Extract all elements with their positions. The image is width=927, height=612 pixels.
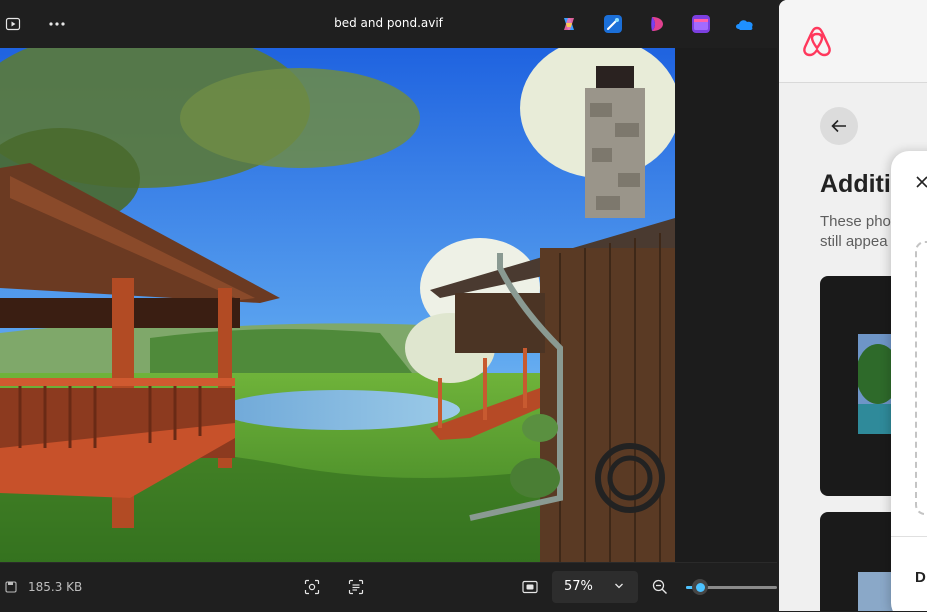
onedrive-icon[interactable] bbox=[734, 15, 756, 33]
page-description: These pho still appea bbox=[820, 213, 891, 250]
zoom-level-value: 57% bbox=[564, 579, 593, 594]
photo-image bbox=[0, 48, 675, 562]
airbnb-logo-icon[interactable] bbox=[801, 24, 833, 58]
file-size: 185.3 KB bbox=[28, 580, 83, 594]
status-bar: 185.3 KB 57% bbox=[0, 562, 777, 612]
modal-divider bbox=[891, 536, 927, 537]
visual-search-icon bbox=[304, 579, 320, 595]
photos-app-window: bed and pond.avif 185.3 KB 57% bbox=[0, 0, 777, 612]
fit-window-icon bbox=[522, 580, 538, 594]
arrow-left-icon bbox=[831, 119, 846, 133]
clipchamp-icon[interactable] bbox=[648, 15, 666, 33]
zoom-level-dropdown[interactable]: 57% bbox=[552, 571, 638, 603]
designer-icon[interactable] bbox=[604, 15, 622, 33]
zoom-out-icon bbox=[652, 579, 667, 594]
photo-canvas[interactable] bbox=[0, 48, 777, 562]
close-icon[interactable] bbox=[915, 175, 927, 189]
airbnb-header bbox=[779, 0, 927, 83]
zoom-out-button[interactable] bbox=[650, 577, 670, 597]
fit-to-window-button[interactable] bbox=[520, 577, 540, 597]
video-editor-icon[interactable] bbox=[692, 15, 710, 33]
visual-search-button[interactable] bbox=[302, 577, 322, 597]
scan-text-icon bbox=[348, 579, 364, 595]
page-heading: Additi bbox=[820, 170, 891, 198]
title-bar: bed and pond.avif bbox=[0, 0, 777, 48]
copilot-icon[interactable] bbox=[560, 15, 578, 33]
airbnb-browser-window: Additi These pho still appea D bbox=[779, 0, 927, 611]
zoom-slider-thumb[interactable] bbox=[692, 579, 708, 595]
back-button[interactable] bbox=[820, 107, 858, 145]
save-icon bbox=[1, 577, 21, 597]
chevron-down-icon bbox=[615, 583, 623, 589]
photo-drop-zone[interactable] bbox=[915, 241, 927, 515]
scan-text-button[interactable] bbox=[346, 577, 366, 597]
modal-action-button[interactable]: D bbox=[915, 569, 926, 586]
upload-photos-modal: D bbox=[891, 151, 927, 611]
